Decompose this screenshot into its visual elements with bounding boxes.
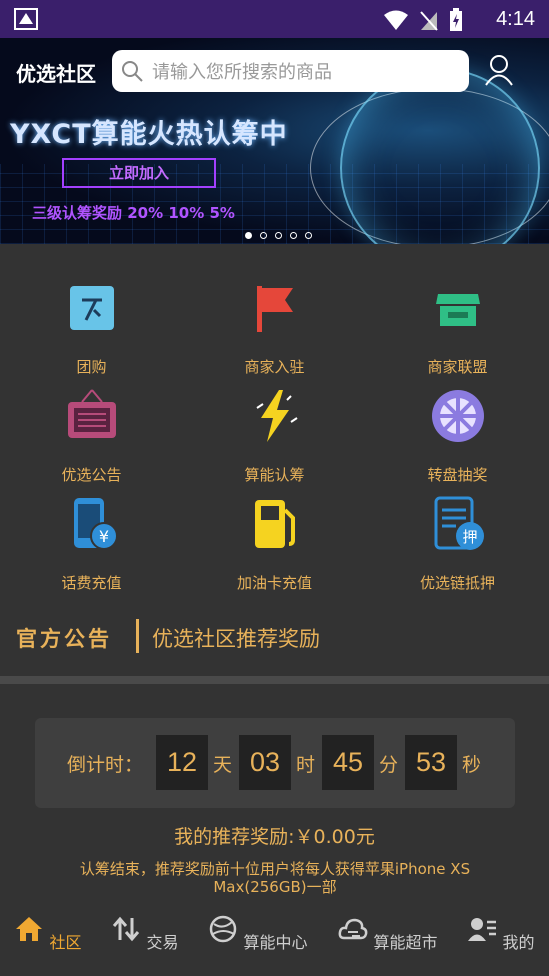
countdown-hours: 03 xyxy=(239,735,291,790)
countdown-minute-unit: 分 xyxy=(379,754,399,776)
notice-text[interactable]: 优选社区推荐奖励 xyxy=(152,623,320,653)
countdown-days: 12 xyxy=(156,735,208,790)
menu-item-lucky-wheel[interactable]: 转盘抽奖 xyxy=(366,388,549,485)
wheel-icon xyxy=(431,390,484,442)
countdown-panel: 倒计时： 12 天 03 时 45 分 53 秒 xyxy=(35,718,515,808)
official-notice[interactable]: 官方公告 优选社区推荐奖励 xyxy=(0,615,549,661)
menu-item-fuel-card-topup[interactable]: 加油卡充值 xyxy=(183,496,366,593)
carousel-dot[interactable] xyxy=(245,232,252,239)
app-logo: 优选社区 xyxy=(16,62,96,86)
menu-item-phone-topup[interactable]: ¥ 话费充值 xyxy=(0,496,183,593)
menu-label: 话费充值 xyxy=(61,574,122,592)
store-icon xyxy=(435,294,480,326)
carousel-dot[interactable] xyxy=(275,232,282,239)
user-icon[interactable] xyxy=(484,54,514,86)
menu-item-computing-subscribe[interactable]: 算能认筹 xyxy=(183,388,366,485)
countdown-label: 倒计时： xyxy=(67,754,144,776)
countdown-hour-unit: 时 xyxy=(296,754,316,776)
countdown-seconds: 53 xyxy=(405,735,457,790)
tab-label: 算能超市 xyxy=(373,933,438,952)
menu-item-group-buy[interactable]: 团购 xyxy=(0,280,183,377)
flag-icon xyxy=(256,286,293,332)
tab-computing-market[interactable]: 算能超市 xyxy=(333,914,443,953)
swap-icon xyxy=(113,916,140,942)
clock: 4:14 xyxy=(496,8,535,30)
status-bar: 4:14 xyxy=(0,0,549,38)
notice-tag: 官方公告 xyxy=(16,627,112,651)
menu-label: 团购 xyxy=(76,358,107,376)
reward-description: 认筹结束，推荐奖励前十位用户将每人获得苹果iPhone XS Max(256GB… xyxy=(79,860,471,896)
fuel-pump-icon xyxy=(254,500,295,548)
menu-item-notice[interactable]: 优选公告 xyxy=(0,388,183,485)
countdown-day-unit: 天 xyxy=(213,754,233,776)
lightning-icon xyxy=(255,390,298,442)
banner-reward-text: 三级认筹奖励 20% 10% 5% xyxy=(32,204,235,222)
tab-label: 交易 xyxy=(146,933,179,952)
svg-text:¥: ¥ xyxy=(98,527,108,546)
menu-item-merchant-alliance[interactable]: 商家联盟 xyxy=(366,280,549,377)
profile-icon xyxy=(468,918,497,941)
carousel-dot[interactable] xyxy=(290,232,297,239)
cloud-icon xyxy=(339,918,368,940)
menu-item-chain-pledge[interactable]: 押 优选链抵押 xyxy=(366,496,549,593)
carousel-indicator[interactable] xyxy=(245,232,312,239)
search-input[interactable]: 请输入您所搜索的商品 xyxy=(112,50,469,92)
carousel-dot[interactable] xyxy=(260,232,267,239)
phone-topup-icon: ¥ xyxy=(73,498,118,550)
tab-computing-center[interactable]: 算能中心 xyxy=(203,914,313,953)
pledge-document-icon: 押 xyxy=(434,496,484,550)
promo-banner[interactable]: 优选社区 请输入您所搜索的商品 YXCT算能火热认筹中 立即加入 三级认筹奖励 … xyxy=(0,38,549,244)
bottom-tab-bar: 社区 交易 算能中心 算能超市 我的 xyxy=(0,908,549,976)
menu-label: 加油卡充值 xyxy=(236,574,312,592)
notice-board-icon xyxy=(67,389,116,438)
tab-mine[interactable]: 我的 xyxy=(446,914,549,953)
tab-trade[interactable]: 交易 xyxy=(90,914,200,953)
home-icon xyxy=(16,917,43,941)
join-button[interactable]: 立即加入 xyxy=(62,158,216,188)
tab-label: 我的 xyxy=(502,933,535,952)
notice-divider xyxy=(136,619,139,653)
section-divider xyxy=(0,676,549,684)
no-signal-icon xyxy=(420,11,438,31)
tab-label: 社区 xyxy=(49,933,82,952)
menu-item-merchant-join[interactable]: 商家入驻 xyxy=(183,280,366,377)
menu-label: 商家入驻 xyxy=(244,358,305,376)
banner-headline: YXCT算能火热认筹中 xyxy=(10,119,288,150)
svg-text:押: 押 xyxy=(462,528,477,546)
tab-community[interactable]: 社区 xyxy=(0,914,103,953)
my-reward-amount: 我的推荐奖励:￥0.00元 xyxy=(174,826,375,848)
menu-label: 商家联盟 xyxy=(427,358,488,376)
search-placeholder: 请输入您所搜索的商品 xyxy=(152,62,332,83)
menu-label: 转盘抽奖 xyxy=(427,466,488,484)
app-notification-icon xyxy=(14,8,38,30)
tab-label: 算能中心 xyxy=(243,933,308,952)
banner-globe-decoration xyxy=(340,68,540,244)
menu-label: 优选公告 xyxy=(61,466,122,484)
carousel-dot[interactable] xyxy=(305,232,312,239)
group-buy-icon xyxy=(69,286,114,330)
countdown-second-unit: 秒 xyxy=(462,754,482,776)
globe-icon xyxy=(210,915,237,943)
menu-label: 算能认筹 xyxy=(244,466,305,484)
battery-charging-icon xyxy=(450,8,462,31)
wifi-icon xyxy=(384,10,408,30)
system-icons xyxy=(383,8,463,32)
menu-label: 优选链抵押 xyxy=(419,574,495,592)
countdown-minutes: 45 xyxy=(322,735,374,790)
search-icon xyxy=(122,61,143,82)
